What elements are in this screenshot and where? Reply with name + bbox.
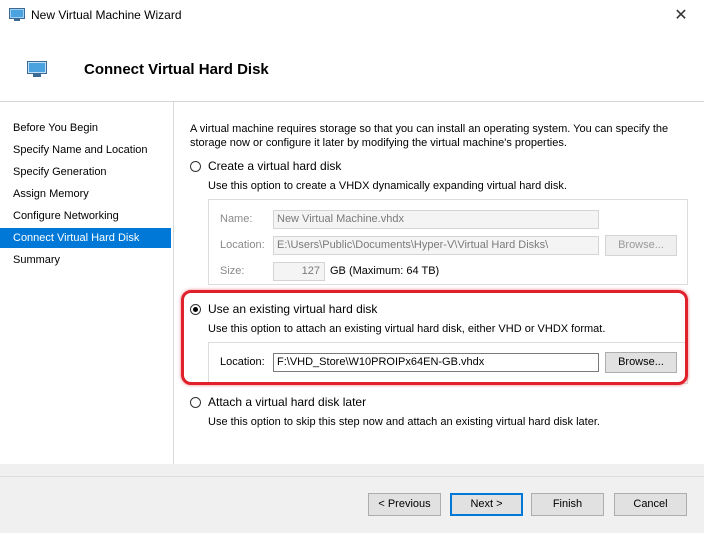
nav-item-connect-virtual-hard-disk[interactable]: Connect Virtual Hard Disk bbox=[0, 228, 171, 248]
nav-item-configure-networking[interactable]: Configure Networking bbox=[0, 206, 171, 226]
existing-location-label: Location: bbox=[220, 356, 265, 368]
name-label: Name: bbox=[220, 213, 253, 225]
finish-button[interactable]: Finish bbox=[531, 493, 604, 516]
nav-item-specify-name-location[interactable]: Specify Name and Location bbox=[0, 140, 171, 160]
nav-item-before-you-begin[interactable]: Before You Begin bbox=[0, 118, 171, 138]
attach-later-option[interactable]: Attach a virtual hard disk later bbox=[190, 395, 366, 409]
hyper-v-window-icon bbox=[9, 8, 25, 21]
title-bar: New Virtual Machine Wizard ✕ bbox=[0, 0, 704, 32]
nav-item-specify-generation[interactable]: Specify Generation bbox=[0, 162, 171, 182]
attach-later-label: Attach a virtual hard disk later bbox=[208, 395, 367, 409]
close-icon[interactable]: ✕ bbox=[658, 0, 704, 31]
name-field[interactable]: New Virtual Machine.vhdx bbox=[273, 210, 599, 229]
next-button[interactable]: Next > bbox=[450, 493, 523, 516]
wizard-steps-nav: Before You Begin Specify Name and Locati… bbox=[0, 102, 174, 464]
page-title: Connect Virtual Hard Disk bbox=[84, 61, 269, 78]
create-vhd-label: Create a virtual hard disk bbox=[208, 159, 342, 173]
existing-browse-button[interactable]: Browse... bbox=[605, 352, 677, 373]
size-label: Size: bbox=[220, 265, 245, 277]
nav-item-assign-memory[interactable]: Assign Memory bbox=[0, 184, 171, 204]
size-field[interactable]: 127 bbox=[273, 262, 325, 281]
wizard-content: A virtual machine requires storage so th… bbox=[174, 102, 704, 464]
create-vhd-radio[interactable] bbox=[190, 160, 201, 172]
footer-divider bbox=[0, 476, 704, 477]
intro-text: A virtual machine requires storage so th… bbox=[190, 123, 669, 149]
nav-item-summary[interactable]: Summary bbox=[0, 250, 171, 270]
create-vhd-description: Use this option to create a VHDX dynamic… bbox=[208, 180, 567, 192]
existing-vhd-description: Use this option to attach an existing vi… bbox=[208, 323, 606, 335]
existing-vhd-label: Use an existing virtual hard disk bbox=[208, 302, 378, 316]
create-vhd-option[interactable]: Create a virtual hard disk bbox=[190, 159, 341, 173]
attach-later-description: Use this option to skip this step now an… bbox=[208, 416, 600, 428]
previous-button[interactable]: < Previous bbox=[368, 493, 441, 516]
create-browse-button[interactable]: Browse... bbox=[605, 235, 677, 256]
create-vhd-settings-group: Name: New Virtual Machine.vhdx Location:… bbox=[208, 199, 688, 285]
window-title: New Virtual Machine Wizard bbox=[31, 8, 182, 22]
create-location-label: Location: bbox=[220, 239, 265, 251]
size-unit-label: GB (Maximum: 64 TB) bbox=[330, 265, 440, 277]
create-location-field[interactable]: E:\Users\Public\Documents\Hyper-V\Virtua… bbox=[273, 236, 599, 255]
cancel-button[interactable]: Cancel bbox=[614, 493, 687, 516]
virtual-disk-icon bbox=[27, 61, 47, 77]
attach-later-radio[interactable] bbox=[190, 396, 201, 408]
wizard-header: Connect Virtual Hard Disk bbox=[0, 31, 704, 102]
existing-vhd-settings-group: Location: F:\VHD_Store\W10PROIPx64EN-GB.… bbox=[208, 342, 688, 384]
existing-vhd-option[interactable]: Use an existing virtual hard disk bbox=[190, 302, 377, 316]
existing-vhd-radio[interactable] bbox=[190, 303, 201, 315]
existing-location-field[interactable]: F:\VHD_Store\W10PROIPx64EN-GB.vhdx bbox=[273, 353, 599, 372]
